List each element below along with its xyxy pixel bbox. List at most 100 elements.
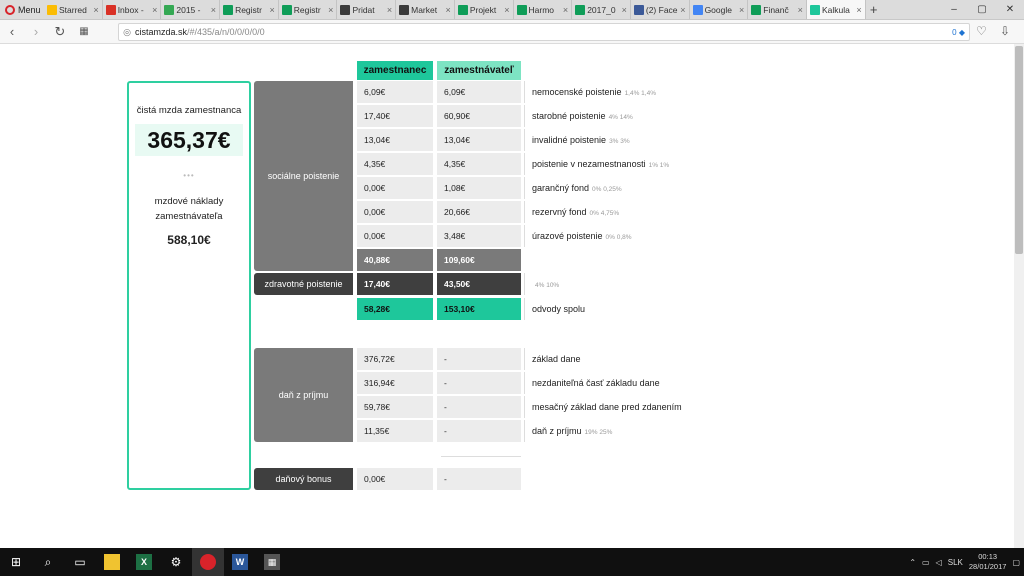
start-button[interactable]: ⊞ [0, 548, 32, 576]
clock[interactable]: 00:13 28/01/2017 [969, 552, 1007, 572]
browser-tab[interactable]: Market × [396, 0, 455, 19]
tab-label: 2015 - [176, 4, 201, 15]
heart-icon[interactable]: ♡ [976, 24, 987, 38]
close-tab-icon[interactable]: × [798, 5, 803, 15]
close-tab-icon[interactable]: × [269, 5, 274, 15]
health-employee-amount: 17,40€ [357, 273, 433, 295]
settings-gear-icon[interactable]: ⚙ [160, 548, 192, 576]
browser-tab[interactable]: Finanč × [748, 0, 807, 19]
keyboard-language[interactable]: SLK [948, 558, 963, 567]
summary-divider-dots: ••• [183, 171, 195, 180]
url-host: cistamzda.sk [135, 27, 188, 37]
browser-tab[interactable]: Projekt × [455, 0, 514, 19]
network-icon[interactable]: ▭ [922, 558, 930, 567]
employee-amount: 0,00€ [357, 225, 433, 247]
description-text: mesačný základ dane pred zdanením [532, 402, 682, 412]
calculator-icon[interactable]: ▦ [256, 548, 288, 576]
calendar-icon [692, 4, 703, 15]
net-salary-amount: 365,37€ [135, 124, 243, 156]
rate-text: 0% 4,75% [589, 210, 620, 217]
browser-tab[interactable]: Google × [690, 0, 749, 19]
browser-tab[interactable]: Harmo × [514, 0, 573, 19]
task-view-icon[interactable]: ▭ [64, 548, 96, 576]
tab-label: Market [411, 4, 438, 15]
close-tab-icon[interactable]: × [563, 5, 568, 15]
group-health-insurance: zdravotné poistenie [254, 273, 353, 295]
close-tab-icon[interactable]: × [504, 5, 509, 15]
close-tab-icon[interactable]: × [211, 5, 216, 15]
row-description: úrazové poistenie 0% 0,8% [524, 225, 744, 247]
browser-tab[interactable]: (2) Face × [631, 0, 690, 19]
file-explorer-icon[interactable] [96, 548, 128, 576]
description-text: nezdaniteľná časť základu dane [532, 378, 660, 388]
rate-text: 4% 10% [535, 282, 560, 289]
maximize-icon[interactable]: ▢ [968, 4, 996, 15]
volume-icon[interactable]: ◁ [936, 558, 942, 567]
group-income-tax: daň z príjmu [254, 348, 353, 442]
close-tab-icon[interactable]: × [622, 5, 627, 15]
close-tab-icon[interactable]: × [93, 5, 98, 15]
row-description: nezdaniteľná časť základu dane [524, 372, 744, 394]
levy-total-employer: 153,10€ [437, 298, 521, 320]
browser-tab[interactable]: Inbox - × [103, 0, 162, 19]
row-description: poistenie v nezamestnanosti 1% 1% [524, 153, 744, 175]
windows-taskbar: ⊞ ⌕ ▭ X ⚙ W ▦ ⌃ ▭ ◁ SLK 00:13 28/01/2017… [0, 548, 1024, 576]
search-icon[interactable]: ⌕ [32, 548, 64, 576]
close-tab-icon[interactable]: × [328, 5, 333, 15]
opera-menu-button[interactable]: Menu [0, 0, 44, 20]
row-description: základ dane [524, 348, 744, 370]
adblock-badge[interactable]: 0 ◆ [952, 28, 965, 37]
notifications-icon[interactable]: ▢ [1012, 558, 1020, 567]
close-tab-icon[interactable]: × [739, 5, 744, 15]
row-description: rezervný fond 0% 4,75% [524, 201, 744, 223]
opera-taskbar-icon[interactable] [192, 548, 224, 576]
globe-icon: ◎ [123, 26, 131, 37]
close-tab-icon[interactable]: × [856, 5, 861, 15]
close-tab-icon[interactable]: × [387, 5, 392, 15]
employee-amount: 11,35€ [357, 420, 433, 442]
row-description: nemocenské poistenie 1,4% 1,4% [524, 81, 744, 103]
forward-icon[interactable]: › [24, 24, 48, 39]
word-icon[interactable]: W [224, 548, 256, 576]
row-description: garančný fond 0% 0,25% [524, 177, 744, 199]
social-total-employer: 109,60€ [437, 249, 521, 271]
scrollbar-thumb[interactable] [1015, 46, 1023, 254]
browser-tab[interactable]: 2017_0 × [572, 0, 631, 19]
employee-amount: 13,04€ [357, 129, 433, 151]
employer-amount: - [437, 420, 521, 442]
tray-arrow-icon[interactable]: ⌃ [909, 558, 916, 567]
download-icon[interactable]: ⇩ [1000, 24, 1010, 38]
browser-tab-bar: Menu Starred × Inbox - × 2015 - × Registr × Regi… [0, 0, 1024, 20]
employer-amount: 20,66€ [437, 201, 521, 223]
excel-icon[interactable]: X [128, 548, 160, 576]
close-tab-icon[interactable]: × [152, 5, 157, 15]
rate-text: 3% 3% [609, 138, 630, 145]
facebook-icon [633, 4, 644, 15]
employer-amount: 13,04€ [437, 129, 521, 151]
drive-icon [47, 4, 57, 15]
description-text: odvody spolu [532, 304, 586, 314]
browser-tab[interactable]: Registr × [279, 0, 338, 19]
browser-tab[interactable]: Starred × [44, 0, 103, 19]
minimize-icon[interactable]: – [940, 4, 968, 15]
rate-text: 0% 0,25% [592, 186, 622, 193]
health-employer-amount: 43,50€ [437, 273, 521, 295]
gmail-icon [105, 4, 116, 15]
reload-icon[interactable]: ↻ [48, 24, 72, 40]
browser-tab[interactable]: Pridat × [337, 0, 397, 19]
url-field[interactable]: ◎ cistamzda.sk /#/435/a/n/0/0/0/0/0 0 ◆ [118, 23, 970, 41]
browser-tab[interactable]: Registr × [220, 0, 279, 19]
browser-tab[interactable]: Kalkula × [806, 0, 866, 19]
close-window-icon[interactable]: ✕ [996, 4, 1024, 15]
column-header-employee: zamestnanec [357, 61, 433, 80]
employer-amount: - [437, 396, 521, 418]
new-tab-button[interactable]: + [866, 2, 882, 17]
description-text: invalidné poistenie [532, 135, 607, 145]
back-icon[interactable]: ‹ [0, 24, 24, 39]
close-tab-icon[interactable]: × [446, 5, 451, 15]
browser-tab[interactable]: 2015 - × [161, 0, 221, 19]
speed-dial-icon[interactable]: ▦ [72, 26, 96, 37]
close-tab-icon[interactable]: × [680, 5, 685, 15]
salary-summary-card: čistá mzda zamestnanca 365,37€ ••• mzdov… [127, 81, 251, 490]
employer-amount: 4,35€ [437, 153, 521, 175]
